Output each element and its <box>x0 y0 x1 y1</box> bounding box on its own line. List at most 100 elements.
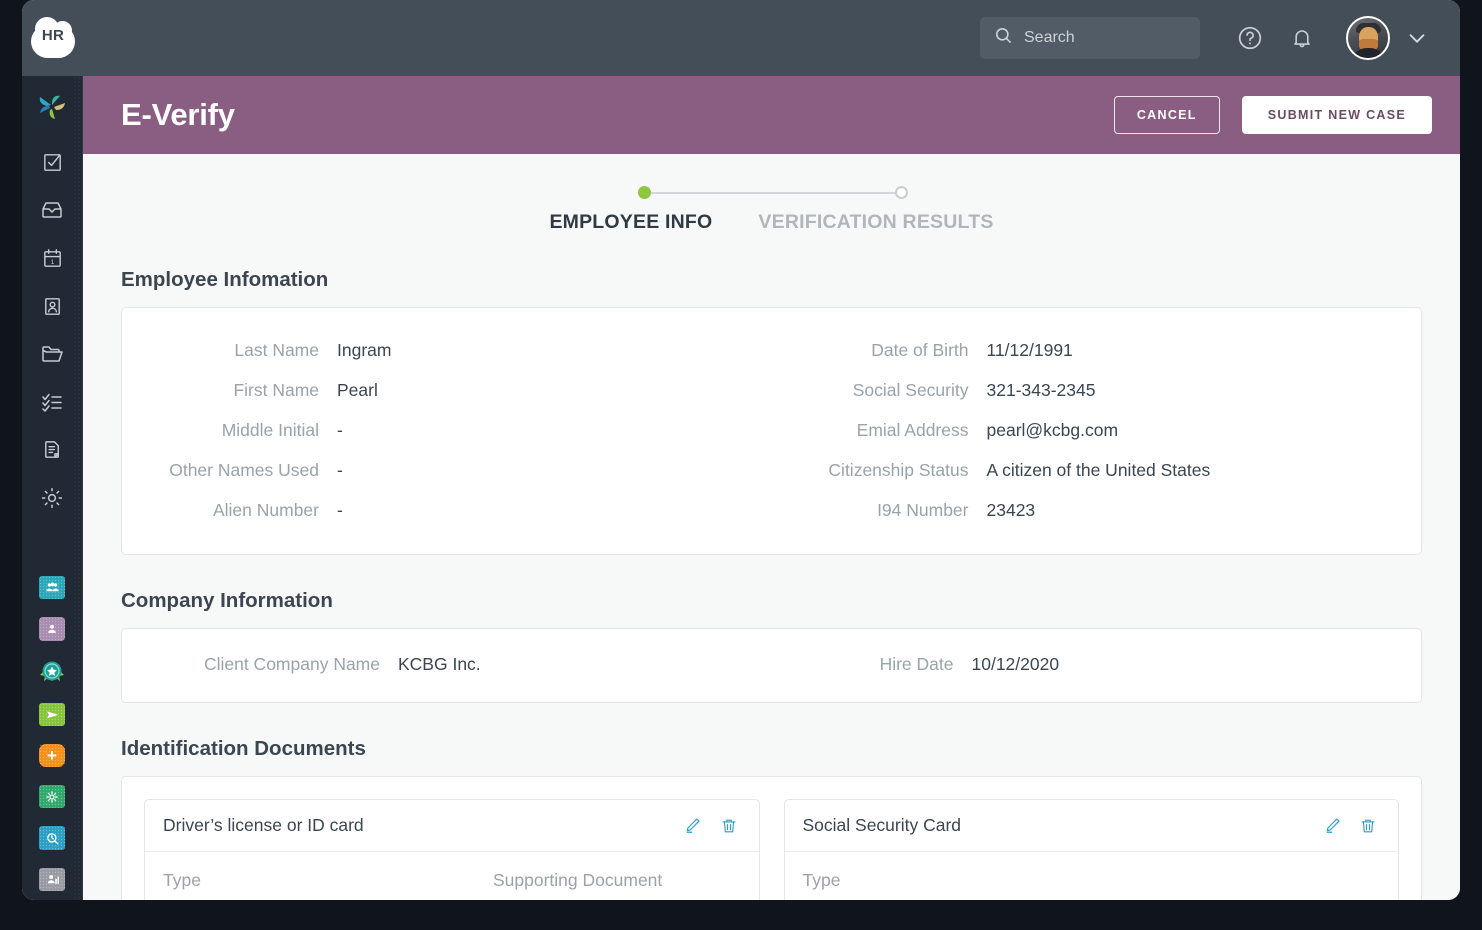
time-off-calendar-app-icon[interactable] <box>39 702 65 726</box>
company-fields-left: Client Company Name KCBG Inc. <box>122 645 772 684</box>
main-content-area: E-Verify CANCEL SUBMIT NEW CASE EMPLOYEE… <box>83 76 1460 900</box>
sidebar-item-inbox[interactable] <box>33 193 71 227</box>
field-value: KCBG Inc. <box>398 654 481 674</box>
field-label: Client Company Name <box>203 654 380 674</box>
field-middle-initial: Middle Initial - <box>122 410 772 450</box>
employee-fields-right: Date of Birth 11/12/1991 Social Security… <box>772 330 1422 530</box>
document-card-body: Type Supporting Document <box>145 852 759 900</box>
tab-employee-info[interactable]: EMPLOYEE INFO <box>549 211 712 234</box>
hr-logo-text: HR <box>41 26 65 44</box>
progress-stepper: EMPLOYEE INFO VERIFICATION RESULTS <box>121 154 1422 234</box>
people-directory-app-icon[interactable] <box>39 576 65 600</box>
sidebar-item-settings[interactable] <box>33 481 71 515</box>
application-window: HR Search 1 + E-Verify CANCEL SUBMIT NEW… <box>22 0 1460 900</box>
field-date-of-birth: Date of Birth 11/12/1991 <box>772 330 1422 370</box>
document-title: Social Security Card <box>802 815 962 835</box>
time-tracking-app-icon[interactable] <box>39 826 65 850</box>
field-label: First Name <box>233 379 319 400</box>
application-body: 1 + E-Verify CANCEL SUBMIT NEW CASE EMPL… <box>22 76 1460 900</box>
field-value: 11/12/1991 <box>986 339 1073 360</box>
field-value: A citizen of the United States <box>986 459 1211 480</box>
field-alien-number: Alien Number - <box>122 490 772 530</box>
document-cell-type: Type <box>163 870 201 890</box>
field-i94-number: I94 Number 23423 <box>772 490 1422 530</box>
left-sidebar: 1 + <box>22 76 83 900</box>
field-label: Social Security <box>852 379 969 400</box>
field-social-security: Social Security 321-343-2345 <box>772 370 1422 410</box>
add-plus-app-icon[interactable]: + <box>39 743 65 768</box>
field-label: Other Names Used <box>169 459 319 480</box>
field-last-name: Last Name Ingram <box>122 330 772 370</box>
field-value: 10/12/2020 <box>971 654 1060 674</box>
svg-text:1: 1 <box>50 259 54 266</box>
cancel-button[interactable]: CANCEL <box>1113 96 1220 134</box>
page-content: EMPLOYEE INFO VERIFICATION RESULTS Emplo… <box>83 154 1460 900</box>
company-fields-right: Hire Date 10/12/2020 <box>772 645 1422 684</box>
edit-pencil-icon[interactable] <box>681 814 705 838</box>
stepper-connector-line <box>650 191 895 194</box>
hr-cloud-logo[interactable]: HR <box>25 16 81 60</box>
tab-verification-results[interactable]: VERIFICATION RESULTS <box>758 211 993 234</box>
document-card-body: Type <box>785 852 1399 900</box>
company-section-title: Company Information <box>121 589 333 612</box>
reports-person-app-icon[interactable] <box>39 867 65 891</box>
submit-new-case-button[interactable]: SUBMIT NEW CASE <box>1241 96 1432 134</box>
field-hire-date: Hire Date 10/12/2020 <box>772 645 1422 684</box>
pinwheel-logo-icon[interactable] <box>33 88 71 126</box>
sidebar-item-tasks[interactable] <box>33 145 71 179</box>
sidebar-item-documents[interactable] <box>33 433 71 467</box>
document-card-drivers-license: Driver’s license or ID card Type Support… <box>144 799 760 900</box>
sidebar-item-calendar[interactable]: 1 <box>33 241 71 275</box>
page-title: E-Verify <box>121 97 235 132</box>
search-placeholder: Search <box>1024 29 1075 46</box>
document-card-social-security: Social Security Card Type <box>783 799 1399 900</box>
field-value: 23423 <box>986 499 1036 520</box>
chevron-down-icon[interactable] <box>1404 25 1430 51</box>
identification-documents-card: Driver’s license or ID card Type Support… <box>121 776 1422 900</box>
document-card-header: Social Security Card <box>784 800 1398 852</box>
field-client-company-name: Client Company Name KCBG Inc. <box>122 645 772 684</box>
field-label: Hire Date <box>879 654 954 674</box>
document-cell-type: Type <box>802 870 841 890</box>
help-circle-icon[interactable] <box>1235 23 1265 53</box>
sidebar-item-directory[interactable] <box>33 289 71 323</box>
stepper-track <box>637 186 908 199</box>
trash-delete-icon[interactable] <box>1356 814 1380 838</box>
field-label: Emial Address <box>856 419 969 440</box>
field-value: - <box>337 419 343 440</box>
field-email-address: Emial Address pearl@kcbg.com <box>772 410 1422 450</box>
field-other-names-used: Other Names Used - <box>122 450 772 490</box>
documents-section-title: Identification Documents <box>121 737 366 760</box>
document-title: Driver’s license or ID card <box>163 815 364 835</box>
field-first-name: First Name Pearl <box>122 370 772 410</box>
employee-information-card: Last Name Ingram First Name Pearl Middle… <box>121 307 1422 555</box>
sidebar-item-files[interactable] <box>33 337 71 371</box>
award-badge-app-icon[interactable] <box>39 659 65 685</box>
edit-pencil-icon[interactable] <box>1320 814 1344 838</box>
document-card-header: Driver’s license or ID card <box>145 800 759 852</box>
clipboard-person-app-icon[interactable] <box>39 617 65 641</box>
user-avatar[interactable] <box>1346 16 1390 60</box>
field-label: Middle Initial <box>221 419 319 440</box>
benefits-monitor-app-icon[interactable] <box>39 785 65 809</box>
step-dot-verification-results[interactable] <box>894 186 908 199</box>
employee-section-title: Employee Infomation <box>121 268 329 291</box>
top-navigation-bar: HR Search <box>22 0 1460 76</box>
trash-delete-icon[interactable] <box>717 814 741 838</box>
step-dot-employee-info[interactable] <box>637 186 651 199</box>
field-label: Alien Number <box>212 499 319 520</box>
sidebar-item-checklist[interactable] <box>33 385 71 419</box>
field-value: pearl@kcbg.com <box>986 419 1119 440</box>
stepper-labels: EMPLOYEE INFO VERIFICATION RESULTS <box>549 211 993 234</box>
field-value: Pearl <box>337 379 378 400</box>
search-input[interactable]: Search <box>980 17 1200 59</box>
field-value: - <box>337 499 343 520</box>
field-label: Last Name <box>234 339 319 360</box>
field-value: Ingram <box>337 339 392 360</box>
field-label: I94 Number <box>877 499 969 520</box>
document-cell-supporting-document: Supporting Document <box>493 870 663 890</box>
employee-fields-left: Last Name Ingram First Name Pearl Middle… <box>122 330 772 530</box>
field-citizenship-status: Citizenship Status A citizen of the Unit… <box>772 450 1422 490</box>
bell-icon[interactable] <box>1287 23 1317 53</box>
company-information-card: Client Company Name KCBG Inc. Hire Date … <box>121 628 1422 703</box>
